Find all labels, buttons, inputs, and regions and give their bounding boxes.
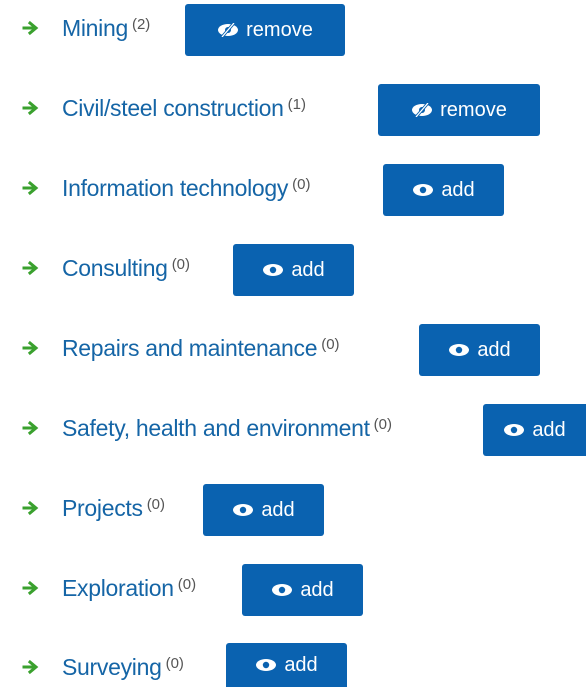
remove-button[interactable]: remove: [185, 4, 345, 56]
button-label: add: [284, 653, 318, 676]
list-item: Information technology (0) add: [0, 164, 586, 216]
list-item: Consulting (0) add: [0, 244, 586, 296]
list-item: Surveying (0) add: [0, 643, 586, 687]
arrow-right-icon: [22, 340, 39, 356]
eye-icon: [272, 584, 293, 596]
category-count: (0): [146, 496, 166, 513]
button-label: add: [441, 178, 475, 201]
category-name[interactable]: Safety, health and environment: [62, 415, 370, 441]
category-count: (0): [373, 416, 393, 433]
add-button[interactable]: add: [483, 404, 586, 456]
button-label: remove: [440, 98, 507, 121]
category-name[interactable]: Information technology: [62, 175, 288, 201]
eye-icon: [504, 424, 525, 436]
list-item: Safety, health and environment (0) add: [0, 404, 586, 456]
list-item: Repairs and maintenance (0) add: [0, 324, 586, 376]
category-link-consulting[interactable]: Consulting (0): [62, 255, 190, 282]
arrow-right-icon: [22, 500, 39, 516]
arrow-right-icon: [22, 20, 39, 36]
category-count: (1): [287, 96, 306, 113]
button-label: add: [532, 418, 566, 441]
add-button[interactable]: add: [242, 564, 363, 616]
button-label: remove: [246, 18, 313, 41]
button-label: add: [261, 498, 295, 521]
category-count: (0): [171, 256, 191, 273]
category-link-surveying[interactable]: Surveying (0): [62, 654, 184, 681]
category-count: (2): [131, 16, 151, 33]
eye-icon: [413, 184, 434, 196]
category-link-civil-steel-construction[interactable]: Civil/steel construction (1): [62, 95, 306, 122]
arrow-right-icon: [22, 260, 39, 276]
category-list: Mining (2) remove Civil/steel constructio…: [0, 0, 586, 687]
category-count: (0): [165, 655, 184, 672]
category-count: (0): [321, 336, 340, 353]
category-count: (0): [292, 176, 311, 193]
eye-icon: [449, 344, 470, 356]
category-link-safety-health-and-environment[interactable]: Safety, health and environment (0): [62, 415, 392, 442]
category-link-exploration[interactable]: Exploration (0): [62, 575, 196, 602]
eye-icon: [233, 504, 254, 516]
category-link-projects[interactable]: Projects (0): [62, 495, 165, 522]
category-link-information-technology[interactable]: Information technology (0): [62, 175, 310, 202]
category-count: (0): [177, 576, 197, 593]
add-button[interactable]: add: [226, 643, 347, 687]
arrow-right-icon: [22, 100, 39, 116]
list-item: Civil/steel construction (1) remove: [0, 84, 586, 136]
category-name[interactable]: Civil/steel construction: [62, 95, 284, 121]
eye-slash-icon: [412, 103, 433, 117]
category-link-mining[interactable]: Mining (2): [62, 15, 150, 42]
button-label: add: [291, 258, 325, 281]
category-name[interactable]: Consulting: [62, 255, 168, 281]
button-label: add: [477, 338, 511, 361]
list-item: Projects (0) add: [0, 484, 586, 536]
add-button[interactable]: add: [203, 484, 324, 536]
remove-button[interactable]: remove: [378, 84, 540, 136]
arrow-right-icon: [22, 659, 39, 675]
category-name[interactable]: Projects: [62, 495, 143, 521]
eye-icon: [256, 659, 277, 671]
category-link-repairs-and-maintenance[interactable]: Repairs and maintenance (0): [62, 335, 340, 362]
button-label: add: [300, 578, 334, 601]
arrow-right-icon: [22, 180, 39, 196]
eye-slash-icon: [218, 23, 239, 37]
list-item: Mining (2) remove: [0, 4, 586, 56]
category-name[interactable]: Surveying: [62, 654, 162, 680]
category-name[interactable]: Mining: [62, 15, 128, 41]
category-name[interactable]: Exploration: [62, 575, 174, 601]
eye-icon: [263, 264, 284, 276]
add-button[interactable]: add: [383, 164, 504, 216]
add-button[interactable]: add: [233, 244, 354, 296]
list-item: Exploration (0) add: [0, 564, 586, 616]
category-name[interactable]: Repairs and maintenance: [62, 335, 318, 361]
arrow-right-icon: [22, 420, 39, 436]
arrow-right-icon: [22, 580, 39, 596]
add-button[interactable]: add: [419, 324, 540, 376]
